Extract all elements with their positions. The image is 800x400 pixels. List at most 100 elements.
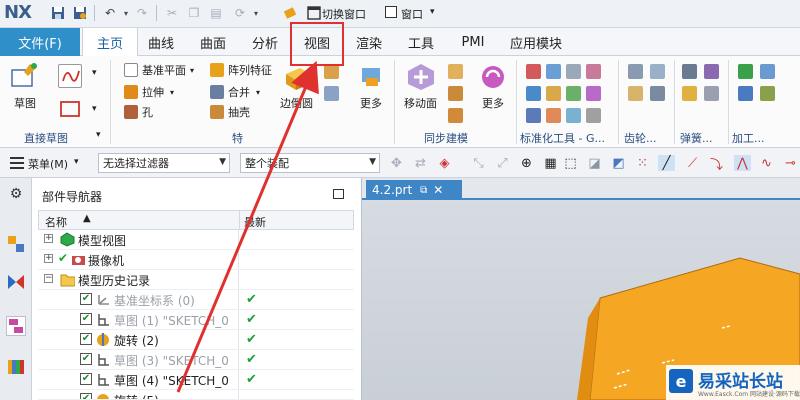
draft-icon[interactable]: [324, 86, 339, 101]
tree-row-cameras[interactable]: + ✔ 摄像机: [38, 250, 354, 270]
select-rect-icon[interactable]: ⬚: [562, 155, 579, 171]
save-all-icon[interactable]: [72, 5, 88, 21]
extrude-button[interactable]: 拉伸 ▾: [124, 84, 174, 100]
selection-filter-dropdown[interactable]: 无选择过滤器 ▼: [98, 153, 230, 173]
offset-region-icon[interactable]: [448, 86, 463, 101]
tab-curve[interactable]: 曲线: [140, 28, 182, 56]
spring-tool-icon-1[interactable]: [682, 64, 697, 79]
copy-icon[interactable]: ❐: [186, 5, 202, 21]
column-divider[interactable]: [239, 211, 240, 229]
snap-end-icon[interactable]: ⟋: [684, 155, 701, 171]
menu-icon[interactable]: [8, 155, 25, 171]
tab-tools[interactable]: 工具: [400, 28, 442, 56]
view-icon-1[interactable]: ◪: [586, 155, 603, 171]
gear-tool-icon-1[interactable]: [628, 64, 643, 79]
move-face-button[interactable]: 移动面: [404, 62, 437, 111]
snap-angle-icon[interactable]: ⋀: [734, 155, 751, 171]
datum-plane-button[interactable]: 基准平面 ▾: [124, 62, 194, 78]
gear-tool-icon-4[interactable]: [650, 86, 665, 101]
tree-row-sketch-3[interactable]: ✔ 草图 (3) "SKETCH_0 ✔: [38, 350, 354, 370]
gear-tool-icon-3[interactable]: [628, 86, 643, 101]
repeat-command-icon[interactable]: ⟳: [232, 5, 248, 21]
more-feature-button[interactable]: 更多: [356, 62, 386, 111]
constraint-navigator-icon[interactable]: [6, 272, 26, 292]
tab-applications[interactable]: 应用模块: [504, 28, 568, 56]
gear-tool-icon-2[interactable]: [650, 64, 665, 79]
expand-icon[interactable]: +: [44, 254, 53, 263]
unite-button[interactable]: 合并 ▾: [210, 84, 260, 100]
visibility-checkbox[interactable]: ✔: [80, 333, 92, 345]
std-tool-icon-11[interactable]: [566, 108, 581, 123]
shell-button[interactable]: 抽壳: [210, 104, 250, 120]
tab-home[interactable]: 主页: [82, 28, 138, 57]
visibility-checkbox[interactable]: ✔: [80, 293, 92, 305]
touch-mode-icon[interactable]: [282, 5, 298, 21]
std-tool-icon-6[interactable]: [546, 86, 561, 101]
std-tool-icon-1[interactable]: [526, 64, 541, 79]
machining-tool-icon-4[interactable]: [760, 86, 775, 101]
visibility-checkbox[interactable]: ✔: [80, 313, 92, 325]
visibility-checkbox[interactable]: ✔: [80, 393, 92, 399]
machining-tool-icon-1[interactable]: [738, 64, 753, 79]
paste-icon[interactable]: ▤: [208, 5, 224, 21]
column-latest-header[interactable]: 最新: [244, 214, 266, 230]
visibility-checkbox[interactable]: ✔: [80, 373, 92, 385]
more-sync-button[interactable]: 更多: [478, 62, 508, 111]
snap-curve-icon[interactable]: ⤵: [708, 155, 725, 173]
std-tool-icon-5[interactable]: [526, 86, 541, 101]
std-tool-icon-2[interactable]: [546, 64, 561, 79]
snap-icon-6[interactable]: ⊕: [518, 155, 535, 171]
switch-window-label[interactable]: 切换窗口: [322, 6, 366, 22]
tree-row-model-history[interactable]: − 模型历史记录: [38, 270, 354, 290]
machining-tool-icon-2[interactable]: [760, 64, 775, 79]
visibility-checkbox[interactable]: ✔: [80, 353, 92, 365]
chamfer-icon[interactable]: [324, 64, 339, 79]
curve-icon[interactable]: [58, 64, 82, 88]
std-tool-icon-9[interactable]: [526, 108, 541, 123]
part-navigator-icon[interactable]: [6, 316, 26, 336]
save-icon[interactable]: [50, 5, 66, 21]
replace-face-icon[interactable]: [448, 108, 463, 123]
snap-icon-1[interactable]: ✥: [388, 155, 405, 171]
sort-ascending-icon[interactable]: ▲: [83, 213, 91, 224]
std-tool-icon-12[interactable]: [586, 108, 601, 123]
tree-row-sketch-4[interactable]: ✔ 草图 (4) "SKETCH_0 ✔: [38, 370, 354, 390]
menu-button-label[interactable]: 菜单(M): [28, 156, 68, 172]
redo-icon[interactable]: ↷: [134, 5, 150, 21]
tab-pmi[interactable]: PMI: [452, 28, 494, 56]
tab-render[interactable]: 渲染: [348, 28, 390, 56]
hole-button[interactable]: 孔: [124, 104, 153, 120]
snap-point-icon[interactable]: ⁙: [634, 155, 651, 171]
snap-icon-4[interactable]: ⤡: [470, 155, 487, 171]
window-menu-label[interactable]: 窗口: [401, 6, 423, 22]
snap-spline-icon[interactable]: ∿: [758, 155, 775, 171]
tab-surface[interactable]: 曲面: [192, 28, 234, 56]
rectangle-icon[interactable]: [58, 98, 82, 120]
tree-row-revolve-5[interactable]: ✔ 旋转 (5): [38, 390, 354, 400]
file-menu-tab[interactable]: 文件(F): [0, 28, 80, 56]
column-name-header[interactable]: 名称: [45, 214, 67, 230]
switch-window-icon[interactable]: [306, 5, 322, 21]
window-dropdown-icon[interactable]: ▾: [430, 7, 435, 17]
curve-dropdown-icon[interactable]: ▾: [92, 68, 107, 83]
snap-icon-2[interactable]: ⇄: [412, 155, 429, 171]
snap-tangent-icon[interactable]: ⊸: [782, 155, 799, 171]
selection-scope-dropdown[interactable]: 整个装配 ▼: [240, 153, 380, 173]
reuse-library-icon[interactable]: [6, 356, 26, 376]
spring-tool-icon-2[interactable]: [704, 64, 719, 79]
maximize-icon[interactable]: [333, 189, 344, 199]
snap-icon-3[interactable]: ◈: [436, 155, 453, 171]
collapse-icon[interactable]: −: [44, 274, 53, 283]
datum-plane-dropdown-icon[interactable]: ▾: [190, 66, 194, 75]
std-tool-icon-3[interactable]: [566, 64, 581, 79]
unite-dropdown-icon[interactable]: ▾: [256, 88, 260, 97]
rectangle-dropdown-icon[interactable]: ▾: [92, 104, 107, 119]
std-tool-icon-4[interactable]: [586, 64, 601, 79]
checkmark-icon[interactable]: ✔: [58, 251, 68, 265]
snap-icon-5[interactable]: ⤢: [494, 155, 511, 171]
std-tool-icon-8[interactable]: [586, 86, 601, 101]
machining-tool-icon-3[interactable]: [738, 86, 753, 101]
pattern-feature-button[interactable]: 阵列特征: [210, 62, 272, 78]
spring-tool-icon-4[interactable]: [704, 86, 719, 101]
repeat-dropdown-icon[interactable]: ▾: [248, 5, 264, 21]
